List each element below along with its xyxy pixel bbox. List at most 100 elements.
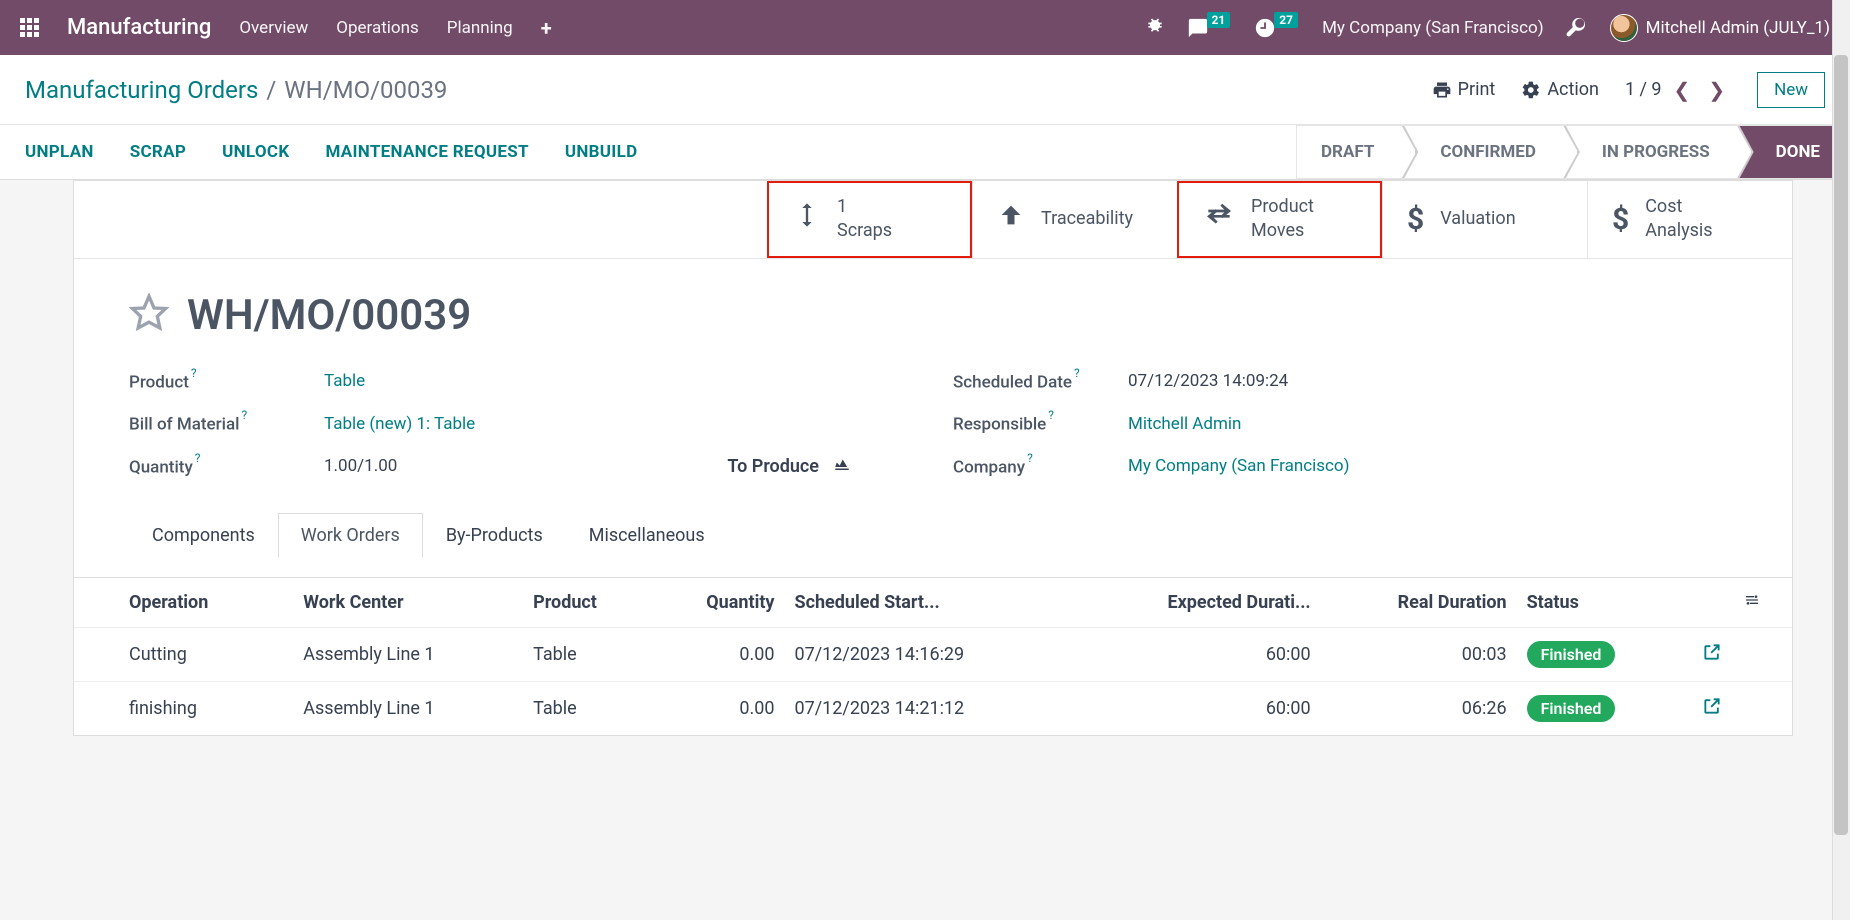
col-real-duration[interactable]: Real Duration xyxy=(1321,578,1517,628)
dollar-icon: $ xyxy=(1407,202,1424,237)
to-produce-label: To Produce xyxy=(727,455,853,478)
col-operation[interactable]: Operation xyxy=(74,578,293,628)
print-label: Print xyxy=(1458,79,1496,100)
product-value[interactable]: Table xyxy=(324,371,365,391)
responsible-value[interactable]: Mitchell Admin xyxy=(1128,414,1241,434)
scraps-label: Scraps xyxy=(837,219,892,243)
cell-quantity: 0.00 xyxy=(650,627,784,681)
apps-icon[interactable] xyxy=(20,18,39,37)
nav-planning[interactable]: Planning xyxy=(447,18,513,38)
exchange-icon xyxy=(1203,199,1235,239)
tab-components[interactable]: Components xyxy=(129,513,278,558)
activities-badge: 27 xyxy=(1274,12,1298,28)
adjust-columns-icon[interactable] xyxy=(1742,592,1762,613)
col-product[interactable]: Product xyxy=(523,578,650,628)
brand-title[interactable]: Manufacturing xyxy=(67,15,211,40)
stat-traceability[interactable]: Traceability xyxy=(972,181,1177,258)
arrow-up-icon xyxy=(997,201,1025,237)
action-maintenance-request[interactable]: MAINTENANCE REQUEST xyxy=(325,142,528,162)
tools-icon[interactable] xyxy=(1566,15,1588,41)
new-button[interactable]: New xyxy=(1757,72,1825,108)
product-label: Product? xyxy=(129,370,324,393)
action-unlock[interactable]: UNLOCK xyxy=(222,142,289,162)
scheduled-date-value: 07/12/2023 14:09:24 xyxy=(1128,371,1288,391)
status-bar: UNPLAN SCRAP UNLOCK MAINTENANCE REQUEST … xyxy=(0,125,1850,180)
help-icon[interactable]: ? xyxy=(1027,451,1033,465)
action-scrap[interactable]: SCRAP xyxy=(130,142,186,162)
action-button[interactable]: Action xyxy=(1521,79,1599,100)
breadcrumb-sep: / xyxy=(266,76,276,104)
action-unbuild[interactable]: UNBUILD xyxy=(565,142,638,162)
chart-icon[interactable] xyxy=(831,455,853,478)
pager-text[interactable]: 1 / 9 xyxy=(1625,79,1662,100)
table-row[interactable]: Cutting Assembly Line 1 Table 0.00 07/12… xyxy=(74,627,1792,681)
avatar-icon xyxy=(1610,14,1638,42)
cell-status: Finished xyxy=(1517,681,1682,735)
company-switcher[interactable]: My Company (San Francisco) xyxy=(1322,18,1544,38)
cell-work-center: Assembly Line 1 xyxy=(293,627,523,681)
col-scheduled-start[interactable]: Scheduled Start... xyxy=(785,578,1073,628)
scrollbar[interactable] xyxy=(1832,0,1850,920)
product-moves-line1: Product xyxy=(1251,195,1314,219)
cell-expected-duration: 60:00 xyxy=(1073,681,1321,735)
status-confirmed[interactable]: CONFIRMED xyxy=(1402,125,1564,179)
table-row[interactable]: finishing Assembly Line 1 Table 0.00 07/… xyxy=(74,681,1792,735)
col-quantity[interactable]: Quantity xyxy=(650,578,784,628)
cell-quantity: 0.00 xyxy=(650,681,784,735)
cell-scheduled-start: 07/12/2023 14:16:29 xyxy=(785,627,1073,681)
cell-product: Table xyxy=(523,627,650,681)
messages-icon[interactable]: 21 xyxy=(1187,17,1233,39)
col-status[interactable]: Status xyxy=(1517,578,1682,628)
quantity-label: Quantity? xyxy=(129,455,324,478)
scraps-count: 1 xyxy=(837,195,892,219)
cell-operation: finishing xyxy=(74,681,293,735)
help-icon[interactable]: ? xyxy=(191,366,197,380)
help-icon[interactable]: ? xyxy=(195,451,201,465)
company-label: Company? xyxy=(953,455,1128,478)
quantity-value: 1.00/1.00 xyxy=(324,456,397,476)
tab-work-orders[interactable]: Work Orders xyxy=(278,513,423,558)
dollar-icon: $ xyxy=(1612,202,1629,237)
user-menu[interactable]: Mitchell Admin (JULY_1) xyxy=(1610,14,1830,42)
status-draft[interactable]: DRAFT xyxy=(1296,125,1402,179)
activities-icon[interactable]: 27 xyxy=(1254,17,1300,39)
responsible-label: Responsible? xyxy=(953,412,1128,435)
stat-product-moves[interactable]: Product Moves xyxy=(1177,181,1382,258)
col-work-center[interactable]: Work Center xyxy=(293,578,523,628)
breadcrumb-current: WH/MO/00039 xyxy=(284,76,447,104)
user-name: Mitchell Admin (JULY_1) xyxy=(1646,18,1830,38)
help-icon[interactable]: ? xyxy=(1074,366,1080,380)
valuation-label: Valuation xyxy=(1440,207,1515,231)
help-icon[interactable]: ? xyxy=(1048,408,1054,422)
work-orders-table: Operation Work Center Product Quantity S… xyxy=(74,578,1792,735)
tab-miscellaneous[interactable]: Miscellaneous xyxy=(566,513,728,558)
stat-scraps[interactable]: 1 Scraps xyxy=(767,181,972,258)
nav-overview[interactable]: Overview xyxy=(239,18,308,38)
pager-next[interactable]: ❯ xyxy=(1702,78,1731,102)
star-icon[interactable] xyxy=(129,293,169,337)
breadcrumb-parent[interactable]: Manufacturing Orders xyxy=(25,76,258,104)
pager-prev[interactable]: ❮ xyxy=(1668,78,1697,102)
nav-add[interactable]: + xyxy=(541,16,552,40)
bug-icon[interactable] xyxy=(1145,16,1165,40)
cell-product: Table xyxy=(523,681,650,735)
action-label: Action xyxy=(1547,79,1599,100)
print-button[interactable]: Print xyxy=(1432,79,1496,100)
action-unplan[interactable]: UNPLAN xyxy=(25,142,94,162)
company-value[interactable]: My Company (San Francisco) xyxy=(1128,456,1350,476)
col-expected-duration[interactable]: Expected Durati... xyxy=(1073,578,1321,628)
external-link-icon[interactable] xyxy=(1702,700,1722,721)
pager: 1 / 9 ❮ ❯ xyxy=(1625,78,1731,102)
stat-cost-analysis[interactable]: $ Cost Analysis xyxy=(1587,181,1792,258)
tab-by-products[interactable]: By-Products xyxy=(423,513,566,558)
bom-value[interactable]: Table (new) 1: Table xyxy=(324,414,475,434)
nav-operations[interactable]: Operations xyxy=(336,18,419,38)
stat-valuation[interactable]: $ Valuation xyxy=(1382,181,1587,258)
external-link-icon[interactable] xyxy=(1702,646,1722,667)
traceability-label: Traceability xyxy=(1041,207,1133,231)
status-in-progress[interactable]: IN PROGRESS xyxy=(1564,125,1738,179)
cell-scheduled-start: 07/12/2023 14:21:12 xyxy=(785,681,1073,735)
status-steps: DRAFT CONFIRMED IN PROGRESS DONE xyxy=(1296,125,1850,179)
page-title: WH/MO/00039 xyxy=(187,291,471,340)
help-icon[interactable]: ? xyxy=(241,408,247,422)
